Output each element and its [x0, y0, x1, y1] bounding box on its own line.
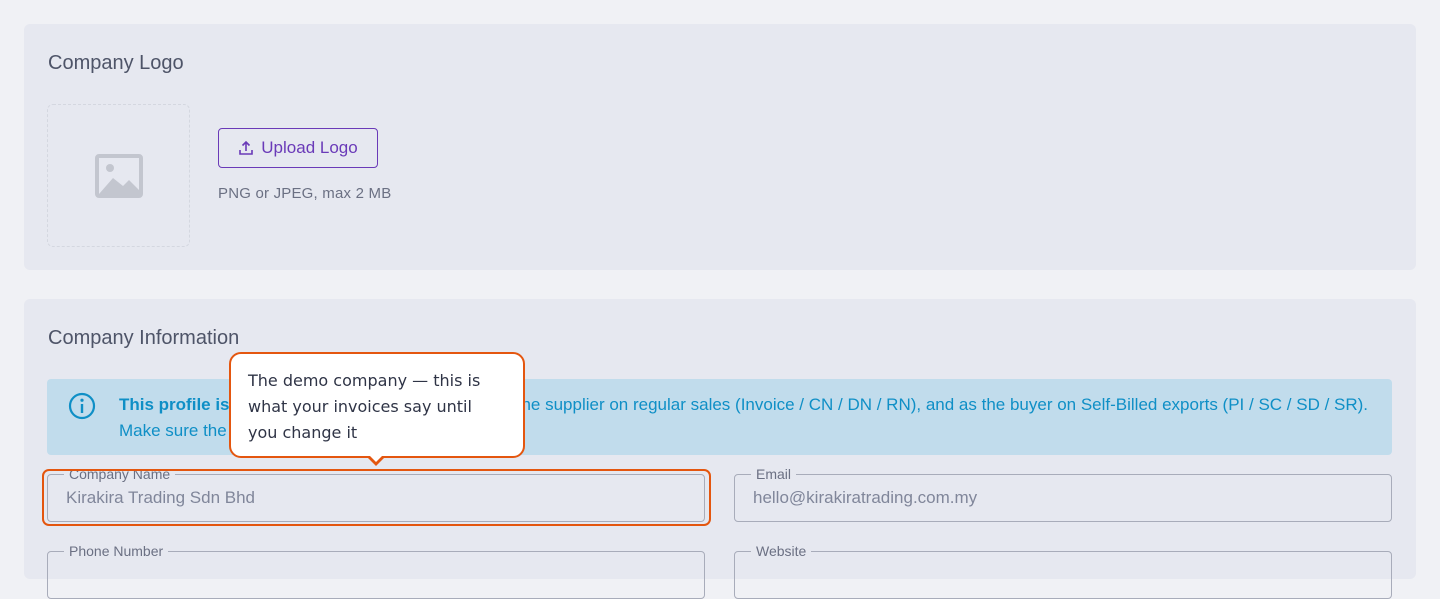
phone-number-label: Phone Number [64, 543, 169, 559]
website-label: Website [751, 543, 812, 559]
company-name-input[interactable] [66, 488, 657, 508]
upload-logo-label: Upload Logo [261, 138, 358, 157]
tour-tooltip-arrow-inner [369, 455, 383, 462]
email-field[interactable]: Email [734, 466, 1392, 522]
company-logo-title: Company Logo [48, 52, 184, 74]
tour-tooltip: The demo company — this is what your inv… [229, 352, 525, 458]
company-information-title: Company Information [48, 327, 240, 349]
upload-logo-button[interactable]: Upload Logo [218, 128, 378, 168]
logo-placeholder [47, 104, 190, 247]
phone-number-input[interactable] [66, 565, 657, 585]
upload-icon [239, 140, 254, 155]
info-icon [68, 392, 96, 420]
image-placeholder-icon [94, 153, 143, 198]
website-input[interactable] [753, 565, 1344, 585]
company-name-field[interactable]: Company Name [47, 466, 705, 522]
company-name-label: Company Name [64, 466, 176, 482]
upload-hint: PNG or JPEG, max 2 MB [218, 185, 392, 202]
website-field[interactable]: Website [734, 543, 1392, 599]
email-label: Email [751, 466, 797, 482]
phone-number-field[interactable]: Phone Number [47, 543, 705, 599]
company-logo-card: Company Logo Upload Logo PNG or JPEG, ma… [24, 24, 1416, 270]
email-input[interactable] [753, 488, 1344, 508]
tour-tooltip-text: The demo company — this is what your inv… [248, 371, 481, 442]
